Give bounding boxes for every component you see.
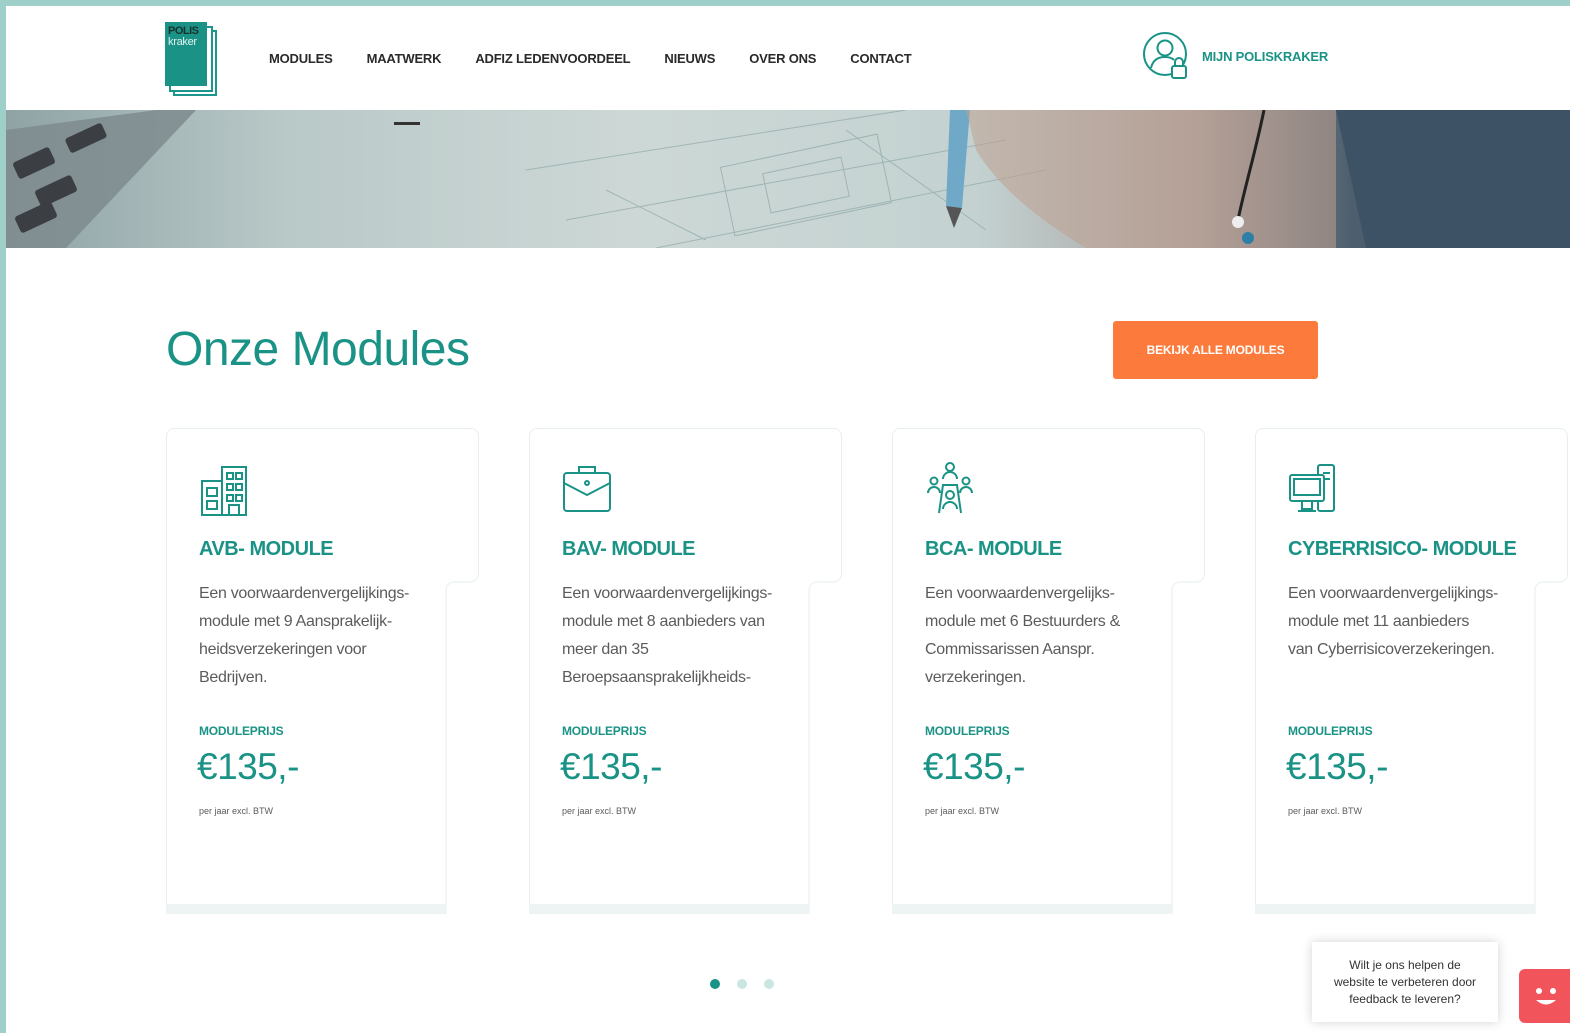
card-title: CYBERRISICO- MODULE	[1288, 538, 1517, 560]
price: €135,-	[923, 746, 1025, 787]
logo[interactable]: POLIS kraker	[165, 22, 217, 96]
feedback-button[interactable]	[1519, 969, 1570, 1023]
nav-over-ons[interactable]: OVER ONS	[749, 51, 816, 66]
module-card-bav[interactable]: BAV- MODULE Een voorwaardenvergelijkings…	[529, 428, 842, 914]
user-lock-icon	[1143, 32, 1187, 79]
logo-text-kraker: kraker	[168, 36, 197, 48]
nav-maatwerk[interactable]: MAATWERK	[367, 51, 442, 66]
desc-line: Een voorwaardenvergelijkings-	[1288, 585, 1499, 602]
briefcase-icon	[563, 466, 611, 512]
desc-line: van Cyberrisicoverzekeringen.	[1288, 641, 1495, 658]
desc-line: Een voorwaardenvergelijkings-	[199, 585, 410, 602]
feedback-line: website te verbeteren door	[1333, 974, 1477, 989]
price: €135,-	[1286, 746, 1388, 787]
feedback-text: Wilt je ons helpen de website te verbete…	[1334, 957, 1476, 1008]
module-card-cyberrisico[interactable]: CYBERRISICO- MODULE Een voorwaardenverge…	[1255, 428, 1568, 914]
feedback-line: feedback te leveren?	[1349, 991, 1461, 1006]
desc-line: Beroepsaansprakelijkheids-	[562, 669, 751, 686]
card-description: Een voorwaardenvergelijks- module met 6 …	[925, 580, 1165, 692]
hero-illustration	[6, 110, 1570, 248]
pager-dot-3[interactable]	[764, 979, 774, 989]
price-note: per jaar excl. BTW	[562, 806, 637, 816]
desc-line: heidsverzekeringen voor	[199, 641, 367, 658]
card-title: BCA- MODULE	[925, 538, 1062, 560]
price-note: per jaar excl. BTW	[925, 806, 1000, 816]
desc-line: verzekeringen.	[925, 669, 1026, 686]
main-nav: MODULES MAATWERK ADFIZ LEDENVOORDEEL NIE…	[269, 6, 945, 110]
card-title: BAV- MODULE	[562, 538, 696, 560]
logo-front: POLIS kraker	[165, 22, 207, 86]
nav-modules[interactable]: MODULES	[269, 51, 333, 66]
nav-contact[interactable]: CONTACT	[850, 51, 911, 66]
computer-icon	[1289, 464, 1335, 512]
smiley-icon	[1536, 988, 1556, 1005]
price-label: MODULEPRIJS	[199, 724, 284, 738]
nav-adfiz-ledenvoordeel[interactable]: ADFIZ LEDENVOORDEEL	[475, 51, 630, 66]
pager-dot-1[interactable]	[710, 979, 720, 989]
pager-dot-2[interactable]	[737, 979, 747, 989]
price: €135,-	[197, 746, 299, 787]
view-all-modules-button[interactable]: BEKIJK ALLE MODULES	[1113, 321, 1318, 379]
account-label: MIJN POLISKRAKER	[1202, 48, 1329, 64]
carousel-pager	[710, 979, 774, 989]
nav-nieuws[interactable]: NIEUWS	[664, 51, 715, 66]
desc-line: module met 8 aanbieders van	[562, 613, 765, 630]
desc-line: Bedrijven.	[199, 669, 268, 686]
price-note: per jaar excl. BTW	[199, 806, 274, 816]
site-header: POLIS kraker MODULES MAATWERK ADFIZ LEDE…	[6, 6, 1570, 110]
section-title: Onze Modules	[166, 323, 470, 376]
price-label: MODULEPRIJS	[1288, 724, 1373, 738]
desc-line: module met 11 aanbieders	[1288, 613, 1470, 630]
feedback-prompt[interactable]: Wilt je ons helpen de website te verbete…	[1312, 942, 1498, 1022]
page: POLIS kraker MODULES MAATWERK ADFIZ LEDE…	[6, 6, 1570, 1033]
card-description: Een voorwaardenvergelijkings- module met…	[1288, 580, 1528, 664]
card-description: Een voorwaardenvergelijkings- module met…	[562, 580, 802, 692]
module-card-bca[interactable]: BCA- MODULE Een voorwaardenvergelijks- m…	[892, 428, 1205, 914]
desc-line: Een voorwaardenvergelijks-	[925, 585, 1115, 602]
card-description: Een voorwaardenvergelijkings- module met…	[199, 580, 439, 692]
price: €135,-	[560, 746, 662, 787]
office-building-icon	[201, 466, 247, 516]
desc-line: module met 9 Aansprakelijk-	[199, 613, 392, 630]
desc-line: Commissarissen Aanspr.	[925, 641, 1095, 658]
account-link[interactable]: MIJN POLISKRAKER	[1142, 28, 1328, 84]
desc-line: module met 6 Bestuurders &	[925, 613, 1120, 630]
card-title: AVB- MODULE	[199, 538, 334, 560]
module-card-avb[interactable]: AVB- MODULE Een voorwaardenvergelijkings…	[166, 428, 479, 914]
price-note: per jaar excl. BTW	[1288, 806, 1363, 816]
board-meeting-icon	[927, 462, 973, 514]
price-label: MODULEPRIJS	[925, 724, 1010, 738]
price-label: MODULEPRIJS	[562, 724, 647, 738]
feedback-line: Wilt je ons helpen de	[1349, 957, 1461, 972]
desc-line: Een voorwaardenvergelijkings-	[562, 585, 773, 602]
hero-banner	[6, 110, 1570, 248]
desc-line: meer dan 35	[562, 641, 649, 658]
